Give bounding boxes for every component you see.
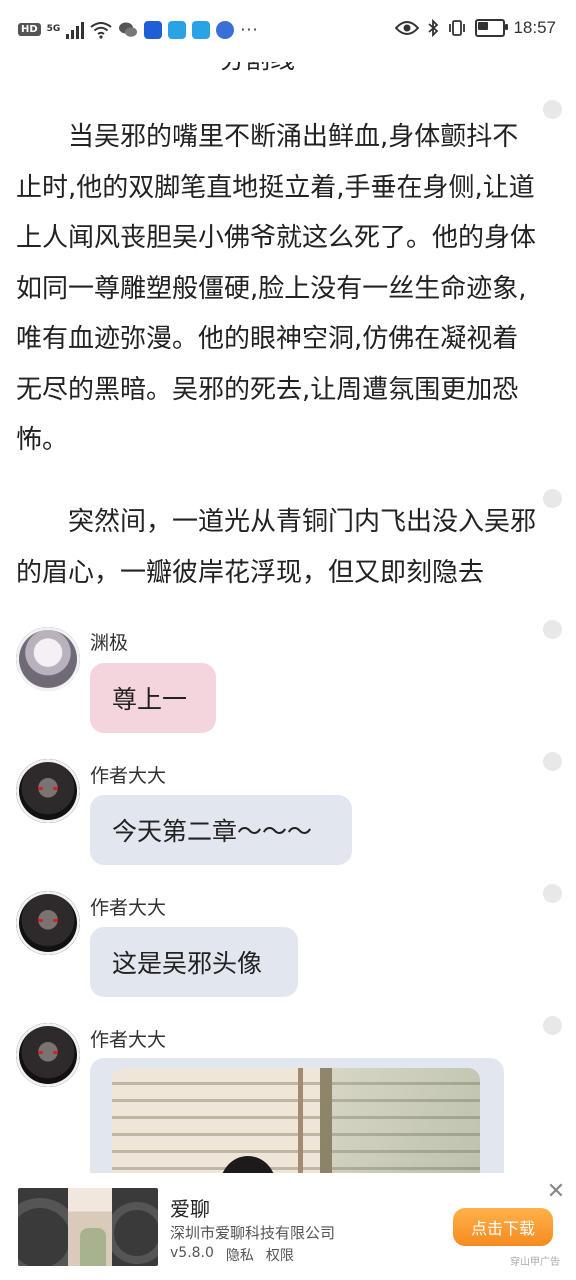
wechat-icon [119, 22, 138, 37]
paragraph-comment-dot[interactable] [543, 1016, 562, 1035]
clock: 18:57 [513, 18, 556, 37]
comment-bubble[interactable]: 尊上一 [90, 663, 216, 733]
ad-permissions-link[interactable]: 权限 [266, 1245, 294, 1265]
more-notifications-icon: ··· [240, 20, 259, 39]
comment-bubble[interactable]: 这是吴邪头像 [90, 927, 298, 997]
paragraph-comment-dot[interactable] [543, 489, 562, 508]
story-paragraph: 当吴邪的嘴里不断涌出鲜血,身体颤抖不止时,他的双脚笔直地挺立着,手垂在身侧,让道… [16, 122, 537, 455]
avatar[interactable] [16, 627, 80, 691]
edge-app-icon [168, 20, 187, 39]
ad-banner[interactable]: 爱聊 深圳市爱聊科技有限公司 v5.8.0 隐私 权限 ✕ 点击下载 穿山甲广告 [0, 1173, 576, 1280]
status-bar: HD 5G ··· 18:57 [0, 0, 576, 62]
hd-icon: HD [18, 23, 41, 36]
shield-app-icon [144, 20, 163, 39]
edge-app-icon-2 [192, 20, 211, 39]
comment-bubble[interactable]: 今天第二章～～～ [90, 795, 352, 865]
ad-source-label: 穿山甲广告 [510, 1257, 560, 1268]
comment-username: 作者大大 [90, 897, 167, 919]
comment-username: 作者大大 [90, 1029, 167, 1051]
comment-username: 渊极 [90, 632, 129, 654]
ad-title[interactable]: 爱聊 [170, 1193, 210, 1222]
paragraph-comment-dot[interactable] [543, 100, 562, 119]
comment-username: 作者大大 [90, 765, 167, 787]
avatar[interactable] [16, 759, 80, 823]
avatar[interactable] [16, 891, 80, 955]
close-icon[interactable]: ✕ [545, 1181, 567, 1203]
vibrate-icon [449, 20, 466, 36]
download-button[interactable]: 点击下载 [453, 1208, 553, 1246]
bluetooth-icon [428, 19, 439, 37]
signal-icon [66, 21, 85, 39]
paragraph-comment-dot[interactable] [543, 620, 562, 639]
ad-version: v5.8.0 [170, 1245, 214, 1261]
ad-meta: v5.8.0 隐私 权限 [170, 1245, 294, 1265]
network-label: 5G [46, 24, 61, 34]
ad-company: 深圳市爱聊科技有限公司 [170, 1224, 336, 1242]
avatar[interactable] [16, 1023, 80, 1087]
paragraph-comment-dot[interactable] [543, 884, 562, 903]
status-left: HD 5G ··· [18, 20, 259, 39]
browser-icon [216, 20, 235, 39]
wifi-icon [90, 21, 112, 39]
story-paragraph: 突然间，一道光从青铜门内飞出没入吴邪的眉心，一瓣彼岸花浮现，但又即刻隐去 [16, 507, 537, 588]
status-right: 18:57 [395, 18, 556, 38]
battery-icon [475, 19, 509, 37]
eye-icon [395, 21, 420, 35]
ad-privacy-link[interactable]: 隐私 [226, 1245, 254, 1265]
ad-image[interactable] [18, 1188, 158, 1266]
paragraph-comment-dot[interactable] [543, 752, 562, 771]
